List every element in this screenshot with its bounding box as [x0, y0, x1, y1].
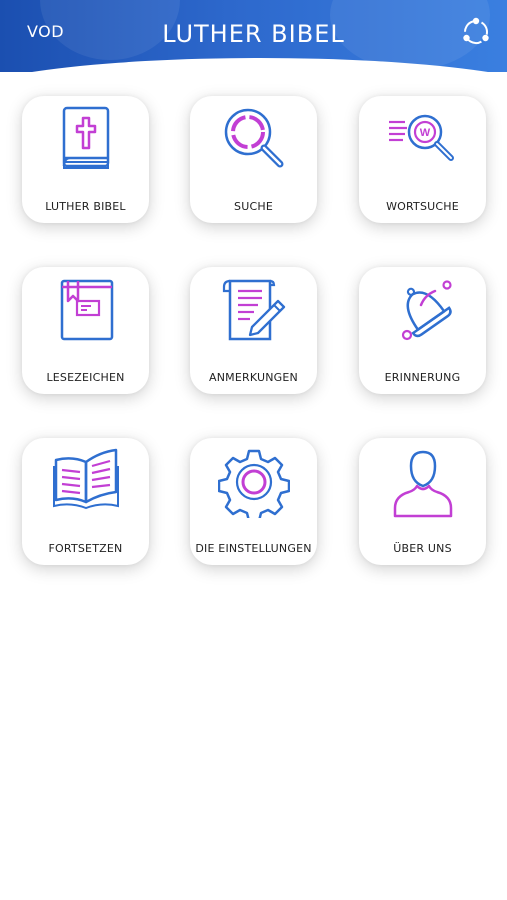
tile-label: LESEZEICHEN: [46, 371, 125, 384]
tile-ueber-uns[interactable]: ÜBER UNS: [359, 438, 486, 565]
gear-icon: [218, 449, 290, 518]
page-title: LUTHER BIBEL: [162, 20, 345, 48]
share-icon[interactable]: [459, 15, 493, 49]
tile-wortsuche[interactable]: W WORTSUCHE: [359, 96, 486, 223]
bookmark-icon: [60, 279, 114, 341]
tile-label: FORTSETZEN: [48, 542, 123, 555]
tile-label: WORTSUCHE: [386, 200, 459, 213]
tile-einstellungen[interactable]: DIE EINSTELLUNGEN: [190, 438, 317, 565]
search-icon: [224, 108, 284, 168]
app-header: VOD LUTHER BIBEL: [0, 0, 507, 72]
svg-text:W: W: [420, 127, 431, 139]
bible-icon: [62, 106, 110, 169]
user-icon: [393, 450, 453, 518]
tile-label: DIE EINSTELLUNGEN: [195, 542, 312, 555]
tile-anmerkungen[interactable]: ANMERKUNGEN: [190, 267, 317, 394]
tile-label: ERINNERUNG: [384, 371, 461, 384]
tile-label: LUTHER BIBEL: [45, 200, 126, 213]
tile-luther-bibel[interactable]: LUTHER BIBEL: [22, 96, 149, 223]
tile-lesezeichen[interactable]: LESEZEICHEN: [22, 267, 149, 394]
tile-label: ANMERKUNGEN: [209, 371, 298, 384]
tile-fortsetzen[interactable]: FORTSETZEN: [22, 438, 149, 565]
tile-label: ÜBER UNS: [393, 542, 452, 555]
open-book-icon: [53, 448, 119, 510]
tile-suche[interactable]: SUCHE: [190, 96, 317, 223]
bell-icon: [401, 280, 452, 341]
word-search-icon: W: [389, 114, 454, 161]
tile-label: SUCHE: [234, 200, 273, 213]
notes-icon: [222, 279, 286, 341]
tile-erinnerung[interactable]: ERINNERUNG: [359, 267, 486, 394]
